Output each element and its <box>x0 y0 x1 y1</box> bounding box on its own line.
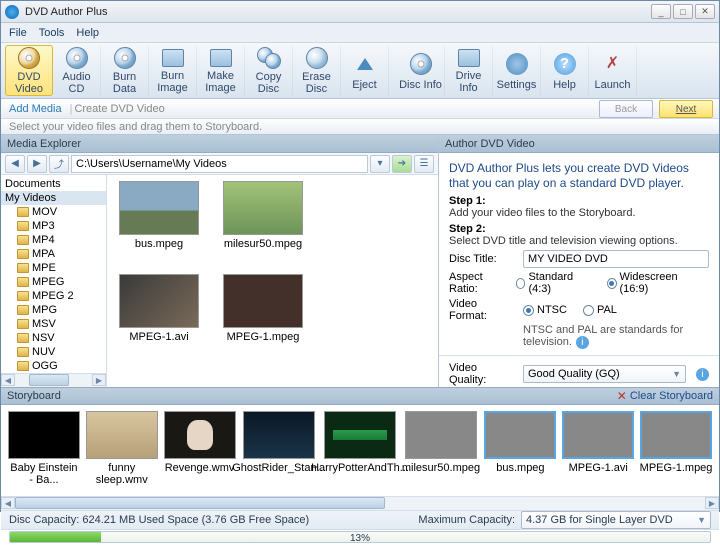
thumbnail-grid: bus.mpeg milesur50.mpeg MPEG-1.avi MPEG-… <box>107 175 438 387</box>
tbtn-erase-disc[interactable]: Erase Disc <box>293 45 341 96</box>
progress-bar: 13% <box>1 529 719 545</box>
aspect-label: Aspect Ratio: <box>449 271 510 295</box>
media-explorer-header: Media Explorer <box>1 135 438 153</box>
minimize-button[interactable]: _ <box>651 4 671 19</box>
sb-item[interactable]: MPEG-1.mpeg <box>639 411 713 490</box>
tbtn-burn-image[interactable]: Burn Image <box>149 45 197 96</box>
tree-fmt[interactable]: MP4 <box>1 233 106 247</box>
thumb-item[interactable]: bus.mpeg <box>113 181 205 250</box>
tbtn-eject[interactable]: Eject <box>341 45 389 96</box>
back-button[interactable]: Back <box>599 100 653 118</box>
app-icon <box>5 5 19 19</box>
aspect-ws-radio[interactable]: Widescreen (16:9) <box>607 271 699 295</box>
max-capacity-combo[interactable]: 4.37 GB for Single Layer DVD▼ <box>521 511 711 529</box>
titlebar: DVD Author Plus _ □ ✕ <box>1 1 719 23</box>
toolbar-separator <box>389 45 397 96</box>
quality-combo[interactable]: Good Quality (GQ)▼ <box>523 365 686 383</box>
crumb-alt: Create DVD Video <box>74 103 164 115</box>
tree-fmt[interactable]: MPE <box>1 261 106 275</box>
tree-fmt[interactable]: NUV <box>1 345 106 359</box>
go-icon[interactable]: ➔ <box>392 155 412 173</box>
tree-fmt[interactable]: MPG <box>1 303 106 317</box>
menubar: File Tools Help <box>1 23 719 43</box>
info-icon[interactable]: i <box>696 368 709 381</box>
crumb-sub: Select your video files and drag them to… <box>1 119 719 135</box>
tree-fmt[interactable]: MPEG <box>1 275 106 289</box>
storyboard: Baby Einstein - Ba... funny sleep.wmv Re… <box>1 405 719 497</box>
tbtn-audio-cd[interactable]: Audio CD <box>53 45 101 96</box>
pal-radio[interactable]: PAL <box>583 304 617 316</box>
tbtn-make-image[interactable]: Make Image <box>197 45 245 96</box>
nav-up-icon[interactable]: ⤴ <box>49 155 69 173</box>
path-dd[interactable]: ▾ <box>370 155 390 173</box>
menu-help[interactable]: Help <box>76 27 99 39</box>
tbtn-help[interactable]: ?Help <box>541 45 589 96</box>
close-button[interactable]: ✕ <box>695 4 715 19</box>
toolbar: DVD Video Audio CD Burn Data Burn Image … <box>1 43 719 99</box>
sb-item[interactable]: funny sleep.wmv <box>85 411 159 490</box>
tree-documents[interactable]: Documents <box>1 177 106 191</box>
clear-storyboard[interactable]: ✕Clear Storyboard <box>617 389 713 403</box>
tree-fmt[interactable]: MSV <box>1 317 106 331</box>
menu-tools[interactable]: Tools <box>39 27 65 39</box>
capacity-bar: Disc Capacity: 624.21 MB Used Space (3.7… <box>1 511 719 529</box>
tbtn-burn-data[interactable]: Burn Data <box>101 45 149 96</box>
pathbar: ◀ ▶ ⤴ ▾ ➔ ☰ <box>1 153 438 175</box>
sb-item[interactable]: bus.mpeg <box>483 411 557 490</box>
tree-myvideos[interactable]: My Videos <box>1 191 106 205</box>
tree-fmt[interactable]: MOV <box>1 205 106 219</box>
tree-fmt[interactable]: NSV <box>1 331 106 345</box>
sb-item[interactable]: Baby Einstein - Ba... <box>7 411 81 490</box>
thumb-item[interactable]: MPEG-1.avi <box>113 274 205 343</box>
view-icon[interactable]: ☰ <box>414 155 434 173</box>
window-title: DVD Author Plus <box>25 6 108 18</box>
format-label: Video Format: <box>449 298 517 322</box>
storyboard-scrollbar[interactable]: ◀▶ <box>1 497 719 511</box>
thumb-item[interactable]: MPEG-1.mpeg <box>217 274 309 343</box>
tbtn-disc-info[interactable]: Disc Info <box>397 45 445 96</box>
author-intro: DVD Author Plus lets you create DVD Vide… <box>449 161 709 191</box>
disc-title-label: Disc Title: <box>449 253 517 265</box>
quality-label: Video Quality: <box>449 362 517 386</box>
sb-item[interactable]: milesur50.mpeg <box>402 411 479 490</box>
thumb-item[interactable]: milesur50.mpeg <box>217 181 309 250</box>
tbtn-drive-info[interactable]: Drive Info <box>445 45 493 96</box>
disc-title-input[interactable] <box>523 250 709 268</box>
sb-item[interactable]: GhostRider_Stan... <box>240 411 317 490</box>
tree-fmt[interactable]: MPA <box>1 247 106 261</box>
crumb-main: Add Media <box>9 103 62 115</box>
breadcrumb: Add Media | Create DVD Video Back Next <box>1 99 719 119</box>
storyboard-header: Storyboard ✕Clear Storyboard <box>1 387 719 405</box>
tree-fmt[interactable]: OGG <box>1 359 106 373</box>
sb-item[interactable]: MPEG-1.avi <box>561 411 635 490</box>
maximize-button[interactable]: □ <box>673 4 693 19</box>
tbtn-settings[interactable]: Settings <box>493 45 541 96</box>
tbtn-dvd-video[interactable]: DVD Video <box>5 45 53 96</box>
tbtn-copy-disc[interactable]: Copy Disc <box>245 45 293 96</box>
nav-fwd-icon[interactable]: ▶ <box>27 155 47 173</box>
folder-tree[interactable]: Documents My Videos MOV MP3 MP4 MPA MPE … <box>1 175 107 387</box>
author-header: Author DVD Video <box>439 135 719 153</box>
sb-item[interactable]: Revenge.wmv <box>163 411 237 490</box>
info-icon[interactable]: i <box>576 336 589 349</box>
tree-fmt[interactable]: MP3 <box>1 219 106 233</box>
menu-file[interactable]: File <box>9 27 27 39</box>
tree-scrollbar[interactable]: ◀▶ <box>1 373 106 387</box>
aspect-std-radio[interactable]: Standard (4:3) <box>516 271 591 295</box>
next-button[interactable]: Next <box>659 100 713 118</box>
tbtn-launch[interactable]: Launch <box>589 45 637 96</box>
nav-back-icon[interactable]: ◀ <box>5 155 25 173</box>
ntsc-radio[interactable]: NTSC <box>523 304 567 316</box>
sb-item[interactable]: HarryPotterAndTh... <box>321 411 398 490</box>
path-input[interactable] <box>71 155 368 173</box>
tree-fmt[interactable]: MPEG 2 <box>1 289 106 303</box>
